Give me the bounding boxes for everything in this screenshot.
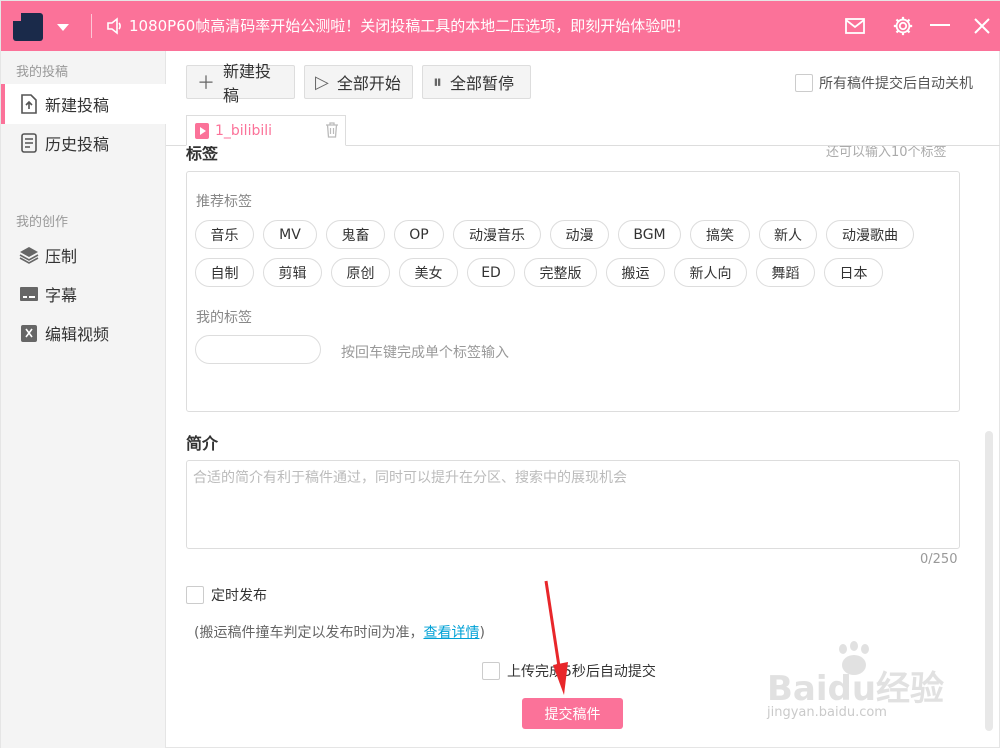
schedule-label: 定时发布 <box>211 588 267 604</box>
tag-chip[interactable]: 搞笑 <box>690 220 750 249</box>
sidebar-item-compress[interactable]: 压制 <box>1 235 166 275</box>
file-tab-name: 1_bilibili <box>215 122 273 139</box>
pause-icon: ⏸ <box>433 71 442 93</box>
sidebar-item-label: 新建投稿 <box>45 96 110 115</box>
tag-chip[interactable]: MV <box>263 220 317 249</box>
upload-file-icon <box>19 94 39 114</box>
tag-chip[interactable]: 音乐 <box>195 220 254 249</box>
sidebar-item-label: 字幕 <box>45 286 78 305</box>
recommended-tags-label: 推荐标签 <box>196 194 252 210</box>
description-textarea[interactable]: 合适的简介有利于稿件通过，同时可以提升在分区、搜索中的展现机会 <box>186 460 960 549</box>
tag-chip[interactable]: 自制 <box>195 258 254 287</box>
tag-chip[interactable]: 剪辑 <box>263 258 322 287</box>
paw-icon <box>839 641 869 675</box>
watermark-url: jingyan.baidu.com <box>767 705 887 720</box>
description-char-count: 0/250 <box>920 552 958 567</box>
sidebar-item-subtitle[interactable]: 字幕 <box>1 274 166 314</box>
tag-chip[interactable]: 动漫歌曲 <box>826 220 914 249</box>
auto-submit-checkbox[interactable] <box>482 662 500 680</box>
tag-chip[interactable]: 鬼畜 <box>326 220 385 249</box>
sidebar-item-label: 编辑视频 <box>45 325 110 344</box>
watermark-text: Baidu经验 <box>767 669 945 709</box>
tag-chip[interactable]: 美女 <box>399 258 458 287</box>
edit-video-icon <box>19 323 39 343</box>
tag-chip[interactable]: OP <box>394 220 444 249</box>
submit-button[interactable]: 提交稿件 <box>522 698 623 729</box>
tag-chip[interactable]: 完整版 <box>524 258 597 287</box>
mail-icon[interactable] <box>842 13 868 39</box>
minimize-icon[interactable] <box>930 24 950 26</box>
auto-shutdown-option[interactable]: 所有稿件提交后自动关机 <box>795 73 973 93</box>
pause-all-button[interactable]: ⏸ 全部暂停 <box>422 65 531 99</box>
divider <box>91 14 92 38</box>
play-icon: ▷ <box>315 71 329 93</box>
subtitle-icon <box>19 284 39 304</box>
tag-chip[interactable]: 动漫音乐 <box>453 220 541 249</box>
button-label: 全部暂停 <box>450 74 515 93</box>
auto-shutdown-label: 所有稿件提交后自动关机 <box>819 76 973 92</box>
close-icon[interactable] <box>969 13 995 39</box>
sidebar: 我的投稿 新建投稿 历史投稿 我的创作 压制 字幕 编辑视频 <box>1 51 166 748</box>
layers-icon <box>19 245 39 265</box>
video-file-icon <box>195 122 209 139</box>
tag-chip[interactable]: 舞蹈 <box>756 258 815 287</box>
account-menu-button[interactable] <box>13 12 75 42</box>
top-bar: 1080P60帧高清码率开始公测啦！关闭投稿工具的本地二压选项，即刻开始体验吧！ <box>1 1 1000 51</box>
tag-chip[interactable]: 新人向 <box>674 258 747 287</box>
schedule-note: (搬运稿件撞车判定以发布时间为准，查看详情) <box>194 622 485 642</box>
schedule-checkbox[interactable] <box>186 586 204 604</box>
scrollbar[interactable] <box>985 431 993 731</box>
sidebar-group-my-creations: 我的创作 <box>16 215 69 230</box>
auto-submit-label: 上传完成5秒后自动提交 <box>507 664 656 680</box>
my-tag-input[interactable] <box>195 335 321 364</box>
trash-icon[interactable] <box>325 122 339 138</box>
tags-box <box>186 171 960 412</box>
new-submission-button[interactable]: ＋ 新建投稿 <box>186 62 295 105</box>
description-title: 简介 <box>186 434 219 453</box>
tag-enter-hint: 按回车键完成单个标签输入 <box>341 345 509 361</box>
baidu-watermark: Baidu经验 jingyan.baidu.com <box>767 641 967 731</box>
history-icon <box>19 133 39 153</box>
tag-chip[interactable]: BGM <box>618 220 681 249</box>
view-details-link[interactable]: 查看详情 <box>423 625 479 641</box>
auto-shutdown-checkbox[interactable] <box>795 74 813 92</box>
button-label: 全部开始 <box>336 74 401 93</box>
schedule-option[interactable]: 定时发布 <box>186 585 267 605</box>
tag-chip[interactable]: 日本 <box>824 258 883 287</box>
auto-submit-option[interactable]: 上传完成5秒后自动提交 <box>482 661 656 681</box>
gear-icon[interactable] <box>890 13 916 39</box>
avatar <box>13 13 43 41</box>
tags-remaining-hint: 还可以输入10个标签 <box>826 145 947 160</box>
sidebar-item-label: 压制 <box>45 247 78 266</box>
tag-chip[interactable]: 搬运 <box>606 258 665 287</box>
sidebar-item-edit-video[interactable]: 编辑视频 <box>1 313 166 353</box>
button-label: 新建投稿 <box>223 62 272 105</box>
announcement-text[interactable]: 1080P60帧高清码率开始公测啦！关闭投稿工具的本地二压选项，即刻开始体验吧！ <box>129 15 690 37</box>
chevron-down-icon <box>57 23 69 31</box>
schedule-note-suffix: ) <box>479 625 485 641</box>
app-window: 1080P60帧高清码率开始公测啦！关闭投稿工具的本地二压选项，即刻开始体验吧！… <box>0 0 1000 748</box>
tag-chip[interactable]: 原创 <box>331 258 390 287</box>
sidebar-item-new-submission[interactable]: 新建投稿 <box>1 84 166 124</box>
tag-chip[interactable]: 动漫 <box>550 220 609 249</box>
my-tags-label: 我的标签 <box>196 310 252 326</box>
plus-icon: ＋ <box>197 73 215 94</box>
sidebar-item-history[interactable]: 历史投稿 <box>1 123 166 163</box>
tag-chip[interactable]: ED <box>467 258 515 287</box>
sidebar-item-label: 历史投稿 <box>45 135 110 154</box>
tag-chip[interactable]: 新人 <box>759 220 817 249</box>
file-tab[interactable]: 1_bilibili <box>186 115 346 146</box>
description-placeholder: 合适的简介有利于稿件通过，同时可以提升在分区、搜索中的展现机会 <box>193 470 627 486</box>
sidebar-group-my-submissions: 我的投稿 <box>16 65 69 80</box>
schedule-note-text: (搬运稿件撞车判定以发布时间为准， <box>194 625 424 641</box>
speaker-icon <box>107 17 121 35</box>
start-all-button[interactable]: ▷ 全部开始 <box>304 65 413 99</box>
